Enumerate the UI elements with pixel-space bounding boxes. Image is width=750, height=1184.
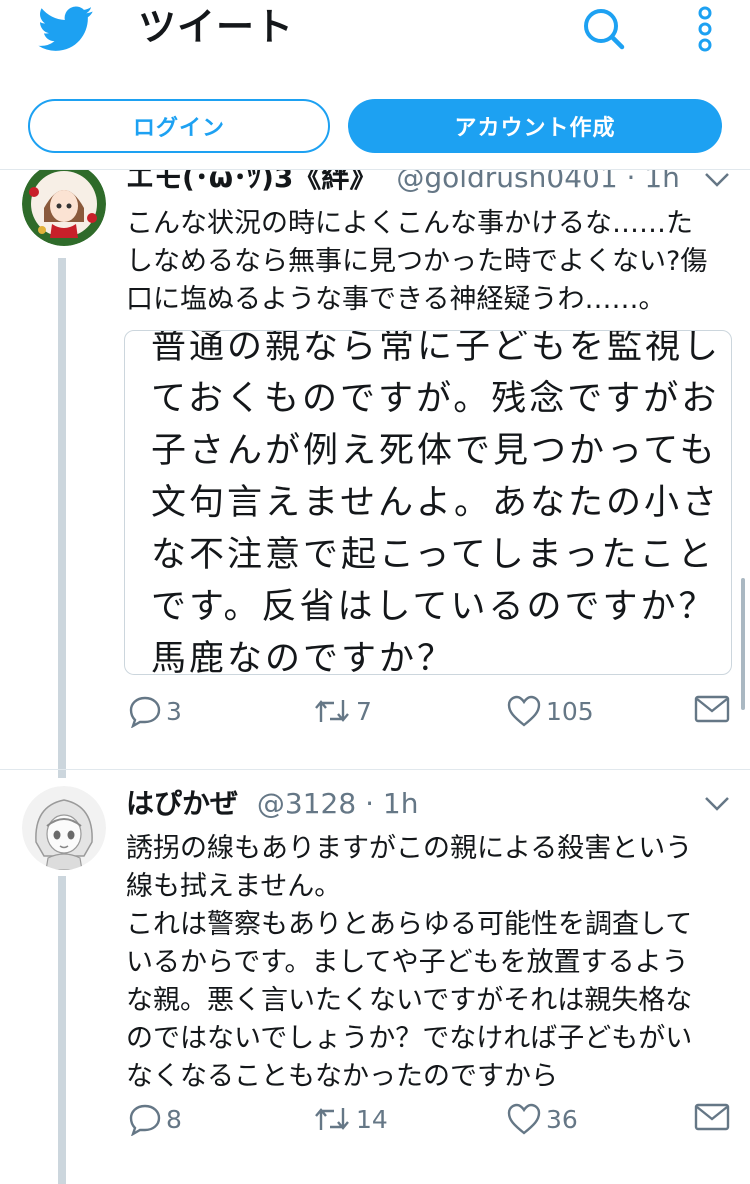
timestamp[interactable]: 1h bbox=[383, 787, 419, 820]
tweet-text: 誘拐の線もありますがこの親による殺害という 線も拭えません。 これは警察もありと… bbox=[126, 833, 693, 1092]
top-bar: ツイート ログイン アカウント作成 bbox=[0, 0, 750, 170]
retweet-count: 14 bbox=[356, 1104, 388, 1134]
page-title: ツイート bbox=[138, 5, 295, 49]
scrollbar[interactable] bbox=[741, 578, 745, 710]
login-button[interactable]: ログイン bbox=[28, 99, 330, 153]
separator-dot: · bbox=[365, 787, 374, 820]
retweet-icon bbox=[315, 1108, 349, 1130]
like-count: 36 bbox=[546, 1104, 578, 1134]
display-name[interactable]: はぴかぜ bbox=[126, 787, 238, 820]
avatar-image-icon bbox=[22, 786, 106, 870]
handle[interactable]: @3128 bbox=[257, 787, 356, 820]
reply-count: 8 bbox=[166, 1104, 182, 1134]
tweet-actions: 8 14 36 bbox=[124, 1102, 734, 1142]
reply-icon bbox=[129, 1104, 161, 1136]
chevron-down-icon[interactable] bbox=[704, 796, 730, 812]
signup-button[interactable]: アカウント作成 bbox=[348, 99, 722, 153]
more-vertical-icon[interactable] bbox=[694, 4, 716, 54]
envelope-icon bbox=[694, 1103, 730, 1131]
like-button[interactable]: 36 bbox=[506, 1102, 578, 1136]
heart-icon bbox=[507, 1103, 541, 1135]
search-icon[interactable] bbox=[580, 6, 626, 52]
thread-line bbox=[58, 876, 66, 1184]
share-button[interactable] bbox=[694, 1102, 730, 1132]
avatar[interactable] bbox=[22, 786, 106, 870]
tweet[interactable]: はぴかぜ @3128 · 1h 誘拐の線もありますがこの親による殺害という 線も… bbox=[0, 0, 750, 1184]
reply-button[interactable]: 8 bbox=[128, 1102, 182, 1136]
tweet-header: はぴかぜ @3128 · 1h bbox=[126, 786, 418, 822]
retweet-button[interactable]: 14 bbox=[312, 1102, 388, 1136]
twitter-bird-icon[interactable] bbox=[38, 6, 94, 52]
